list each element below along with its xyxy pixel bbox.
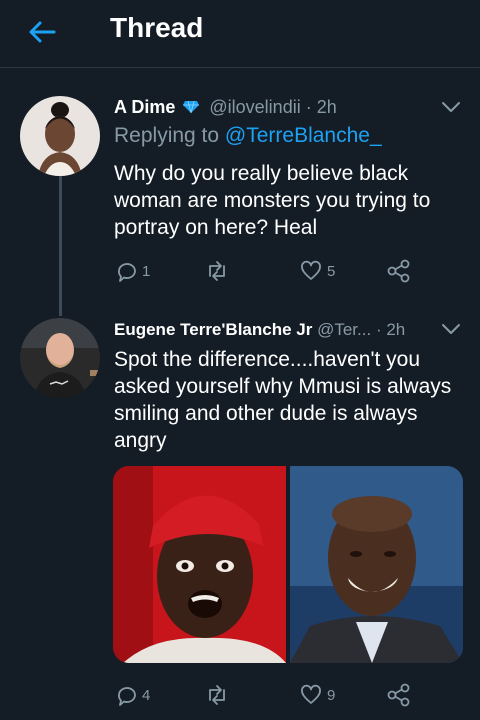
tweet-text: Spot the difference....haven't you asked… [114, 348, 452, 452]
reply-icon [118, 263, 136, 282]
user-handle[interactable]: @Ter... [317, 320, 371, 339]
reply-icon [118, 687, 136, 706]
tweet-media[interactable] [113, 466, 463, 663]
timestamp: · 2h [375, 320, 406, 339]
reply-count: 1 [142, 262, 151, 280]
heart-icon [301, 684, 321, 704]
media-image-left[interactable] [113, 466, 286, 663]
like-button[interactable]: 9 [299, 680, 335, 710]
retweet-icon [209, 685, 225, 705]
thread-connector-line [59, 176, 62, 316]
tweet-text: Why do you really believe black woman ar… [114, 162, 431, 239]
retweet-icon [209, 261, 225, 281]
reply-button[interactable]: 4 [114, 680, 150, 710]
back-arrow-icon[interactable] [24, 14, 60, 50]
top-bar: Thread [0, 0, 480, 68]
media-image-right[interactable] [290, 466, 463, 663]
retweet-button[interactable] [204, 680, 234, 710]
display-name[interactable]: A Dime [114, 97, 175, 117]
replying-to-label: Replying to [114, 124, 220, 147]
like-count: 5 [327, 262, 336, 280]
reply-button[interactable]: 1 [114, 256, 150, 286]
chevron-down-icon[interactable] [440, 100, 462, 114]
heart-icon [301, 260, 321, 280]
retweet-button[interactable] [204, 256, 234, 286]
avatar[interactable] [20, 318, 100, 398]
share-icon [387, 683, 410, 707]
share-button[interactable] [386, 680, 412, 710]
user-handle[interactable]: @ilovelindii [209, 97, 300, 117]
chevron-down-icon[interactable] [440, 322, 462, 336]
reply-count: 4 [142, 686, 151, 704]
like-count: 9 [327, 686, 336, 704]
share-icon [387, 259, 410, 283]
avatar[interactable] [20, 96, 100, 176]
thread-page: Thread A Dime @ilovelindii · 2h Replying… [0, 0, 480, 720]
tweet-actions: 1 5 [114, 256, 444, 286]
share-button[interactable] [386, 256, 412, 286]
verified-diamond-icon [183, 100, 200, 114]
timestamp: · 2h [305, 97, 337, 117]
replying-to: Replying to @TerreBlanche_ [114, 124, 382, 148]
like-button[interactable]: 5 [299, 256, 335, 286]
display-name[interactable]: Eugene Terre'Blanche Jr [114, 320, 312, 339]
tweet-header: Eugene Terre'Blanche Jr @Ter... · 2h [114, 320, 405, 340]
page-title: Thread [110, 12, 204, 43]
tweet-actions: 4 9 [114, 680, 444, 710]
tweet-header: A Dime @ilovelindii · 2h [114, 97, 337, 118]
mention-link[interactable]: @TerreBlanche_ [225, 124, 382, 147]
